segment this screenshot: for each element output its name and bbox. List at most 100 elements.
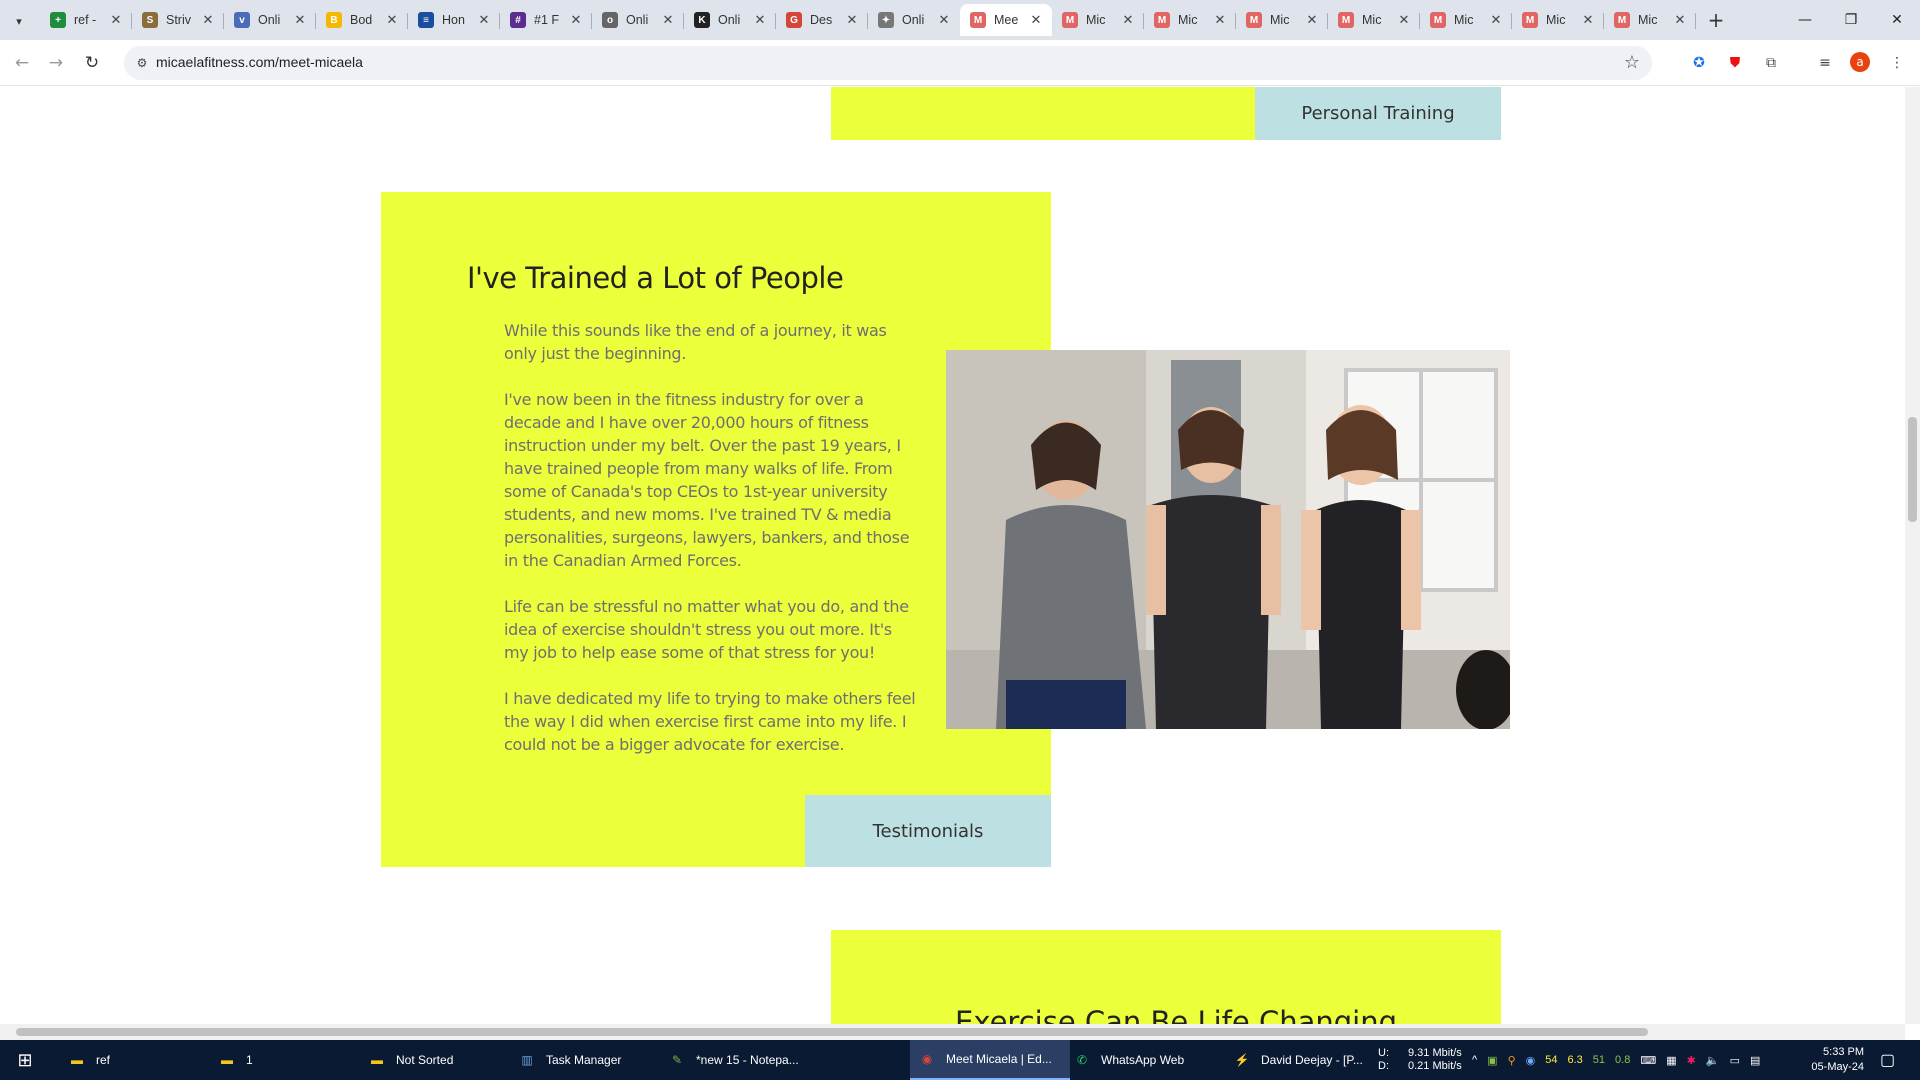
browser-tab[interactable]: # #1 F ✕ [500,4,592,36]
tab-title: Mic [1086,13,1106,27]
url-text[interactable]: micaelafitness.com/meet-micaela [156,54,363,70]
tray-search-icon[interactable]: ⚲ [1508,1054,1516,1067]
tab-close-icon[interactable]: ✕ [660,12,676,28]
browser-tab[interactable]: M Mic ✕ [1144,4,1236,36]
browser-tab[interactable]: K Onli ✕ [684,4,776,36]
browser-tab[interactable]: o Onli ✕ [592,4,684,36]
bookmark-star-icon[interactable]: ☆ [1624,52,1640,73]
new-tab-button[interactable]: + [1704,8,1728,32]
notification-center-icon[interactable]: ▢ [1880,1040,1895,1080]
network-icon[interactable]: ▤ [1750,1054,1760,1067]
tray-globe-icon[interactable]: ◉ [1526,1054,1536,1067]
tab-strip: ▾ + ref - ✕ S Striv ✕ v Onli ✕ B Bod ✕ ≡ Hon ✕ # #1 F ✕ o O… [0,0,1920,40]
taskbar-item[interactable]: ▬ ref [60,1040,200,1080]
tab-close-icon[interactable]: ✕ [568,12,584,28]
extension-1-icon[interactable]: ✪ [1688,52,1710,74]
horizontal-scroll-thumb[interactable] [16,1028,1648,1036]
taskbar-item[interactable]: ⚡ David Deejay - [P... [1225,1040,1375,1080]
tab-close-icon[interactable]: ✕ [1028,12,1044,28]
vertical-scrollbar[interactable] [1905,87,1920,1024]
taskbar-item[interactable]: ✆ WhatsApp Web [1065,1040,1215,1080]
taskbar-item[interactable]: ◉ Meet Micaela | Ed... [910,1040,1070,1080]
taskbar-item[interactable]: ✎ *new 15 - Notepa... [660,1040,810,1080]
browser-tab[interactable]: M Mic ✕ [1420,4,1512,36]
tab-close-icon[interactable]: ✕ [844,12,860,28]
tab-favicon-icon: + [50,12,66,28]
browser-tab[interactable]: M Mee ✕ [960,4,1052,36]
restore-button[interactable]: ❐ [1828,0,1874,40]
tab-close-icon[interactable]: ✕ [1212,12,1228,28]
tab-favicon-icon: o [602,12,618,28]
tab-close-icon[interactable]: ✕ [1304,12,1320,28]
tab-favicon-icon: M [1522,12,1538,28]
tab-close-icon[interactable]: ✕ [1120,12,1136,28]
start-button[interactable]: ⊞ [10,1040,40,1080]
section-body: While this sounds like the end of a jour… [504,319,916,779]
browser-tab[interactable]: S Striv ✕ [132,4,224,36]
taskbar-item-label: Meet Micaela | Ed... [946,1052,1052,1066]
browser-tab[interactable]: G Des ✕ [776,4,868,36]
tab-close-icon[interactable]: ✕ [1672,12,1688,28]
previous-section-block [831,87,1255,140]
taskbar-item[interactable]: ▬ 1 [210,1040,350,1080]
tab-favicon-icon: ≡ [418,12,434,28]
tray-expand-icon[interactable]: ^ [1472,1054,1477,1066]
tray-num-3: 51 [1592,1054,1606,1066]
close-window-button[interactable]: ✕ [1874,0,1920,40]
taskbar-item[interactable]: ▥ Task Manager [510,1040,650,1080]
testimonials-button[interactable]: Testimonials [805,795,1051,867]
tray-keyboard-icon[interactable]: ⌨ [1640,1054,1656,1067]
chrome-menu-icon[interactable]: ⋮ [1886,52,1908,74]
paragraph-1: While this sounds like the end of a jour… [504,321,887,363]
tab-title: Striv [166,13,191,27]
address-bar[interactable]: ⚙ micaelafitness.com/meet-micaela ☆ [124,46,1652,80]
tab-close-icon[interactable]: ✕ [1580,12,1596,28]
tab-favicon-icon: M [1246,12,1262,28]
profile-avatar[interactable]: a [1850,52,1870,72]
volume-icon[interactable]: 🔈 [1706,1054,1720,1067]
site-info-icon[interactable]: ⚙ [134,55,150,71]
tab-close-icon[interactable]: ✕ [384,12,400,28]
tab-close-icon[interactable]: ✕ [200,12,216,28]
shield-extension-icon[interactable]: ⛊ [1724,52,1746,74]
back-button[interactable]: ← [10,51,34,75]
browser-tab[interactable]: ✦ Onli ✕ [868,4,960,36]
browser-tab[interactable]: B Bod ✕ [316,4,408,36]
browser-tab[interactable]: M Mic ✕ [1604,4,1696,36]
tray-app-icon[interactable]: ▣ [1487,1054,1497,1067]
clock-date: 05-May-24 [1811,1061,1864,1073]
tab-favicon-icon: M [1062,12,1078,28]
browser-tab[interactable]: M Mic ✕ [1328,4,1420,36]
clock[interactable]: 5:33 PM 05-May-24 [1794,1040,1864,1080]
tab-close-icon[interactable]: ✕ [476,12,492,28]
browser-tab[interactable]: M Mic ✕ [1512,4,1604,36]
battery-icon[interactable]: ▭ [1730,1054,1740,1067]
browser-tab[interactable]: ≡ Hon ✕ [408,4,500,36]
media-controls-icon[interactable]: ≡ [1814,52,1836,74]
browser-tab[interactable]: + ref - ✕ [40,4,132,36]
tray-calendar-icon[interactable]: ▦ [1666,1054,1676,1067]
browser-tab[interactable]: M Mic ✕ [1052,4,1144,36]
browser-tab[interactable]: M Mic ✕ [1236,4,1328,36]
tab-favicon-icon: K [694,12,710,28]
task-manager-icon: ▥ [521,1053,533,1067]
tab-close-icon[interactable]: ✕ [1396,12,1412,28]
tab-close-icon[interactable]: ✕ [108,12,124,28]
tab-close-icon[interactable]: ✕ [936,12,952,28]
tab-close-icon[interactable]: ✕ [1488,12,1504,28]
vertical-scroll-thumb[interactable] [1908,417,1917,522]
tab-title: Mic [1546,13,1566,27]
horizontal-scrollbar[interactable] [0,1024,1905,1040]
tray-flag-icon[interactable]: ✱ [1687,1054,1696,1067]
taskbar-item[interactable]: ▬ Not Sorted [360,1040,500,1080]
reload-button[interactable]: ↻ [80,51,104,75]
personal-training-button[interactable]: Personal Training [1255,87,1501,140]
tab-close-icon[interactable]: ✕ [752,12,768,28]
extensions-puzzle-icon[interactable]: ⧉ [1760,52,1782,74]
tab-close-icon[interactable]: ✕ [292,12,308,28]
forward-button[interactable]: → [44,51,68,75]
browser-tab[interactable]: v Onli ✕ [224,4,316,36]
tab-search-menu-icon[interactable]: ▾ [8,10,30,32]
tray-num-2: 6.3 [1567,1054,1583,1066]
minimize-button[interactable]: — [1782,0,1828,40]
